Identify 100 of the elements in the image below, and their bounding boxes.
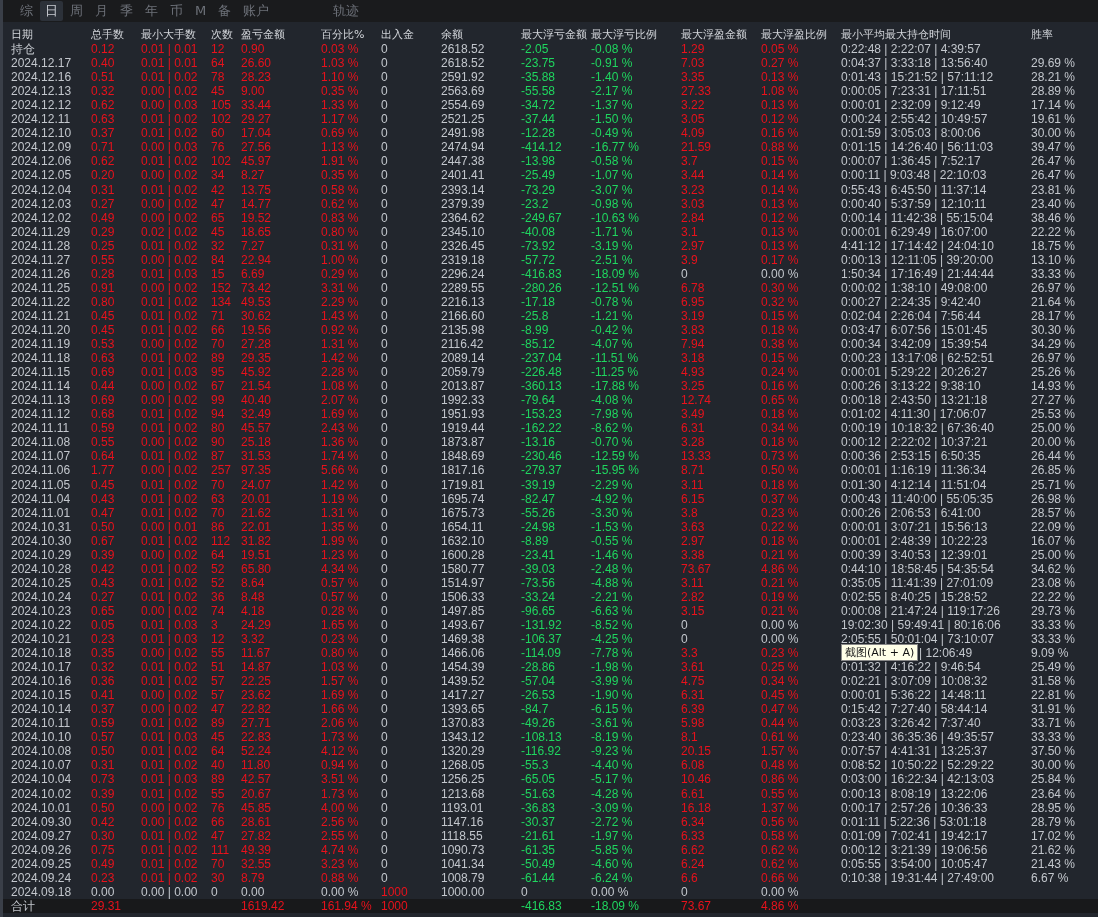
tab[interactable]: 币 [165, 1, 188, 21]
table-cell-text: -37.44 [521, 112, 557, 127]
table-cell-text: 0.18 % [761, 323, 800, 338]
table-cell-text: 0.69 [91, 393, 116, 408]
table-cell-text: 0:00:14 | 11:42:38 | 55:15:04 [841, 210, 995, 225]
table-cell-text: 3.05 [681, 112, 706, 127]
column-header: 最大浮亏比例 [591, 28, 658, 43]
table-cell-text: 0.00 | 0.01 [141, 519, 199, 534]
tab[interactable]: 日 [40, 1, 63, 21]
table-cell-text: 47 [211, 702, 226, 717]
table-cell-text: 1.08 % [321, 379, 360, 394]
table-cell-text: 1.17 % [321, 112, 360, 127]
table-cell-text: 2024.10.16 [11, 674, 73, 689]
table-cell-text: 22.81 % [1031, 688, 1077, 703]
table-cell-text: -12.51 % [591, 280, 641, 295]
table-cell-text: 0:00:01 | 6:29:49 | 16:07:00 [841, 224, 989, 239]
column-header: 最小平均最大持仓时间 [841, 28, 952, 43]
table-cell-text: -23.41 [521, 547, 557, 562]
table-cell-text: 45 [211, 224, 226, 239]
table-cell-text: -3.07 % [591, 182, 634, 197]
table-cell-text: 3.63 [681, 519, 706, 534]
table-cell-text: 1600.28 [441, 547, 486, 562]
table-cell-text: 25.53 % [1031, 407, 1077, 422]
table-cell-text: 17.04 [241, 126, 273, 141]
table-cell-text: 0.05 [91, 617, 116, 632]
table-cell-text: -7.98 % [591, 407, 634, 422]
table-cell-text: 5.98 [681, 716, 706, 731]
table-cell-text: 2024.10.01 [11, 800, 73, 815]
table-cell-text: 0.50 % [761, 463, 800, 478]
table-cell-text: 15 [211, 266, 226, 281]
table-cell-text: -13.16 [521, 435, 557, 450]
table-cell-text: -7.78 % [591, 646, 634, 661]
table-cell-text: 30.00 % [1031, 126, 1077, 141]
table-cell-text: -6.63 % [591, 603, 634, 618]
tab[interactable]: 月 [90, 1, 113, 21]
table-cell-text: 94 [211, 407, 226, 422]
table-cell-text: 55 [211, 646, 226, 661]
table-cell-text: 0.30 [91, 828, 116, 843]
table-cell-text: 0.23 [91, 870, 116, 885]
table-cell-text: 102 [211, 154, 233, 169]
table-cell-text: 2024.10.28 [11, 561, 73, 576]
table-cell-text: -23.75 [521, 56, 557, 71]
table-cell-text: 0 [381, 632, 389, 647]
table-cell-text: 2024.11.28 [11, 238, 72, 253]
table-cell-text: 0 [681, 884, 689, 899]
table-cell-text: 0.55 % [761, 786, 800, 801]
table-cell-text: 1919.44 [441, 421, 486, 436]
table-cell-text: 1848.69 [441, 449, 486, 464]
table-cell-text: 0.90 [241, 42, 266, 57]
table-cell-text: 0 [381, 238, 389, 253]
table-cell-text: 45 [211, 730, 226, 745]
table-cell-text: 0 [381, 688, 389, 703]
table-cell-text: 1268.05 [441, 758, 486, 773]
table-cell-text: 0.69 % [321, 126, 360, 141]
table-cell-text: 0 [381, 407, 389, 422]
tab[interactable]: M [190, 1, 212, 21]
table-cell-text: 0:00:26 | 2:06:53 | 6:41:00 [841, 505, 982, 520]
tab[interactable]: 综 [15, 1, 38, 21]
table-cell-text: 70 [211, 337, 226, 352]
table-cell-text: 0.28 [91, 266, 116, 281]
table-cell-text: -39.03 [521, 561, 557, 576]
table-cell-text: -1.53 % [591, 519, 634, 534]
table-cell-text: 2059.79 [441, 365, 486, 380]
table-cell-text: -414.12 [521, 140, 563, 155]
table-cell-text: 0.01 | 0.02 [141, 238, 199, 253]
table-cell-text: 0.18 % [761, 533, 800, 548]
table-cell-text: 28.57 % [1031, 505, 1077, 520]
tab[interactable]: 年 [140, 1, 163, 21]
table-cell-text: 25.00 % [1031, 421, 1077, 436]
table-cell-text: 29.69 % [1031, 56, 1077, 71]
table-cell-text: 2.97 [681, 533, 706, 548]
column-header: 盈亏金额 [241, 28, 286, 43]
table-cell-text: 3.51 % [321, 772, 360, 787]
table-cell-text: 0.01 | 0.02 [141, 575, 199, 590]
tab[interactable]: 轨迹 [328, 1, 365, 21]
tab[interactable]: 周 [65, 1, 88, 21]
table-cell-text: 0.25 % [761, 660, 800, 675]
tab[interactable]: 备 [213, 1, 237, 21]
table-cell-text: -36.83 [521, 800, 557, 815]
table-cell-text: 0:00:11 | 9:03:48 | 22:10:03 [841, 168, 988, 183]
table-cell-text: 0 [381, 519, 389, 534]
table-cell-text: 0.13 % [761, 70, 800, 85]
table-cell-text: 2024.12.16 [11, 70, 73, 85]
table-cell-text: 0:00:01 | 3:07:21 | 15:56:13 [841, 519, 989, 534]
table-cell-text: 3.1 [681, 224, 699, 239]
table-cell-text: 1.42 % [321, 477, 360, 492]
table-cell-text: 8.27 [241, 168, 266, 183]
table-cell-text: -6.24 % [591, 870, 634, 885]
table-cell-text: 97.35 [241, 463, 273, 478]
table-cell-text: 33.33 % [1031, 266, 1077, 281]
table-cell-text: 2.07 % [321, 393, 360, 408]
table-cell-text: -226.48 [521, 365, 563, 380]
table-cell-text: 16.18 [681, 800, 713, 815]
tab[interactable]: 账户 [238, 1, 275, 21]
table-cell-text: 0.01 | 0.02 [141, 828, 199, 843]
table-cell-text: 64 [211, 56, 226, 71]
table-cell-text: 2024.12.13 [11, 84, 73, 99]
tab[interactable]: 季 [115, 1, 138, 21]
table-cell-text: 0.01 | 0.02 [141, 323, 199, 338]
table-cell-text: 28.61 [241, 814, 273, 829]
